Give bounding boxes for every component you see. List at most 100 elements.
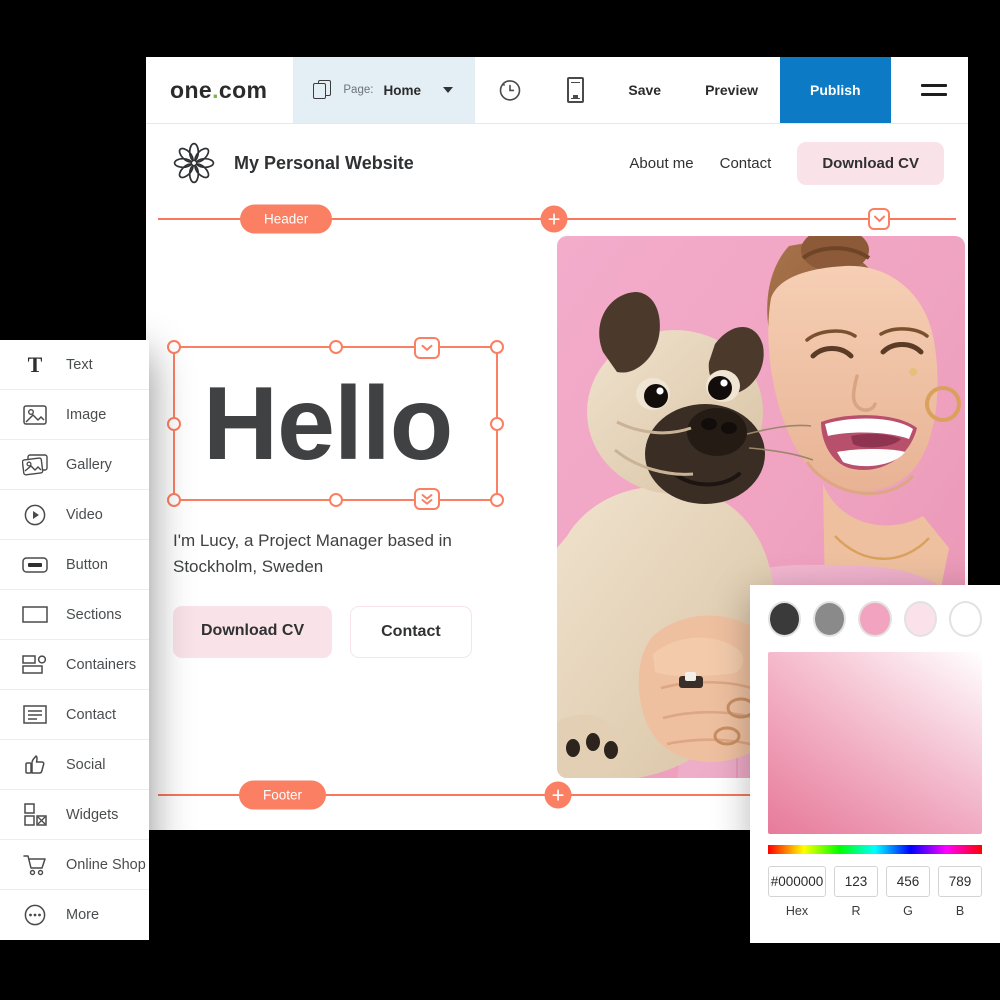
resize-handle-bottom-right[interactable] <box>490 493 504 507</box>
history-undo-icon <box>500 80 521 101</box>
red-input[interactable] <box>834 866 878 897</box>
contact-form-icon <box>22 702 48 728</box>
resize-handle-middle-right[interactable] <box>490 416 504 431</box>
color-gradient-area[interactable] <box>768 652 982 834</box>
red-field-group: R <box>834 866 878 918</box>
logo-suffix: com <box>218 76 268 103</box>
video-icon <box>22 502 48 528</box>
editor-toolbar: one.com Page: Home Save Preview Publish <box>146 57 968 124</box>
add-section-icon[interactable]: + <box>540 205 568 233</box>
widget-item-text[interactable]: T Text <box>0 340 149 390</box>
add-section-icon[interactable]: + <box>544 781 572 809</box>
preview-button[interactable]: Preview <box>683 57 780 123</box>
logo-dot: . <box>212 76 219 103</box>
brand-logo[interactable]: one.com <box>146 57 293 123</box>
site-header: My Personal Website About me Contact Dow… <box>146 124 968 202</box>
resize-handle-top-right[interactable] <box>490 340 504 354</box>
nav-download-cv-button[interactable]: Download CV <box>797 141 944 185</box>
blue-field-group: B <box>938 866 982 918</box>
footer-section-pill[interactable]: Footer <box>239 780 327 810</box>
widget-item-online-shop[interactable]: Online Shop <box>0 840 149 890</box>
pages-icon <box>313 80 333 100</box>
widget-item-more[interactable]: More <box>0 890 149 940</box>
widget-item-button[interactable]: Button <box>0 540 149 590</box>
red-field-label: R <box>851 904 861 918</box>
hero-contact-button[interactable]: Contact <box>350 606 472 658</box>
green-field-label: G <box>903 904 913 918</box>
chevron-down-icon[interactable] <box>868 208 890 230</box>
sections-icon <box>22 602 48 628</box>
chevron-down-icon <box>442 87 453 93</box>
resize-handle-bottom-center[interactable] <box>328 493 343 507</box>
color-swatch-row <box>768 601 983 637</box>
header-section-pill[interactable]: Header <box>240 204 333 234</box>
header-section-divider: Header + <box>146 202 968 236</box>
blue-input[interactable] <box>938 866 982 897</box>
hero-download-cv-button[interactable]: Download CV <box>173 606 333 658</box>
widget-label: Gallery <box>66 456 112 473</box>
history-button[interactable] <box>475 57 545 123</box>
nav-link-contact[interactable]: Contact <box>720 155 772 172</box>
widget-label: Button <box>66 556 108 573</box>
publish-button[interactable]: Publish <box>780 57 891 123</box>
thumbs-up-icon <box>22 752 48 778</box>
image-icon <box>22 402 48 428</box>
chevron-double-down-icon[interactable] <box>414 488 440 510</box>
hello-selection-box[interactable]: Hello <box>167 337 504 510</box>
mobile-preview-button[interactable] <box>545 57 606 123</box>
hero-left-column: Hello I'm Lucy, a Project Manager based … <box>146 236 557 778</box>
nav-link-about-me[interactable]: About me <box>629 155 693 172</box>
color-swatch-dark[interactable] <box>768 601 802 637</box>
widget-item-containers[interactable]: Containers <box>0 640 149 690</box>
widget-item-gallery[interactable]: Gallery <box>0 440 149 490</box>
widget-label: Online Shop <box>66 856 146 873</box>
widget-item-sections[interactable]: Sections <box>0 590 149 640</box>
resize-handle-bottom-left[interactable] <box>167 493 181 507</box>
hero-buttons: Download CV Contact <box>173 606 472 658</box>
resize-handle-middle-left[interactable] <box>167 416 181 431</box>
widget-label: Contact <box>66 706 116 723</box>
color-swatch-pink[interactable] <box>858 601 892 637</box>
widget-item-video[interactable]: Video <box>0 490 149 540</box>
containers-icon <box>22 652 48 678</box>
resize-handle-top-center[interactable] <box>328 340 343 354</box>
widget-label: Sections <box>66 606 122 623</box>
save-button[interactable]: Save <box>606 57 683 123</box>
hero-tagline: I'm Lucy, a Project Manager based in Sto… <box>173 531 452 576</box>
widget-label: Containers <box>66 656 137 673</box>
widget-label: Social <box>66 756 106 773</box>
widget-item-image[interactable]: Image <box>0 390 149 440</box>
button-icon <box>22 552 48 578</box>
widget-label: More <box>66 907 100 923</box>
chevron-down-icon[interactable] <box>414 337 440 359</box>
color-picker-panel: Hex R G B <box>750 585 1000 943</box>
shopping-cart-icon <box>22 852 48 878</box>
resize-handle-top-left[interactable] <box>167 340 181 354</box>
widget-label: Image <box>66 406 107 423</box>
gallery-icon <box>22 452 48 478</box>
hex-input[interactable] <box>768 866 826 897</box>
widget-item-contact[interactable]: Contact <box>0 690 149 740</box>
page-selector[interactable]: Page: Home <box>293 57 476 123</box>
site-title: My Personal Website <box>234 152 414 173</box>
hue-slider[interactable] <box>768 845 982 854</box>
screen-root: one.com Page: Home Save Preview Publish … <box>0 0 1000 1000</box>
widget-item-social[interactable]: Social <box>0 740 149 790</box>
widget-label: Text <box>66 356 93 373</box>
blue-field-label: B <box>955 904 965 918</box>
mobile-preview-icon <box>567 77 585 103</box>
logo-name: one <box>170 76 213 103</box>
color-swatch-gray[interactable] <box>813 601 847 637</box>
flower-logo-icon <box>173 142 215 184</box>
page-selector-label: Page: <box>343 84 374 96</box>
more-ellipsis-icon <box>22 902 48 928</box>
green-input[interactable] <box>886 866 930 897</box>
hamburger-menu-icon[interactable] <box>891 57 968 123</box>
color-swatch-white[interactable] <box>948 601 983 637</box>
hero-headline[interactable]: Hello <box>203 372 453 476</box>
color-swatch-light-pink[interactable] <box>903 601 937 637</box>
widget-panel: T Text Image Gallery Video Button Sectio… <box>0 340 149 940</box>
widget-item-widgets[interactable]: Widgets <box>0 790 149 840</box>
site-nav: About me Contact Download CV <box>629 141 944 185</box>
text-icon: T <box>27 351 43 377</box>
